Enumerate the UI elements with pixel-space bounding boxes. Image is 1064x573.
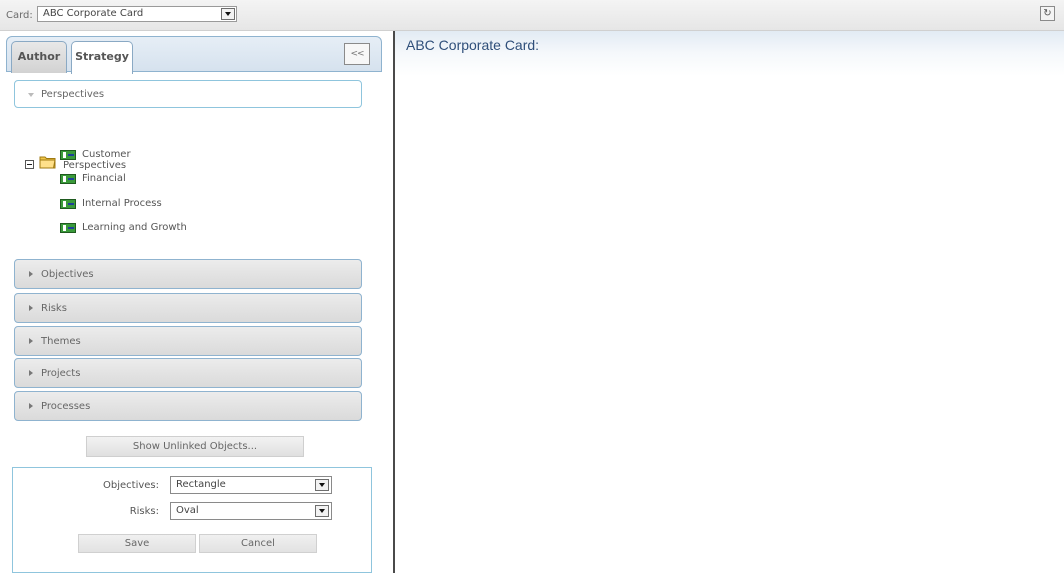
perspective-node-icon: [60, 150, 76, 160]
show-unlinked-objects-button[interactable]: Show Unlinked Objects...: [86, 436, 304, 457]
top-toolbar: Card: ABC Corporate Card ↻: [0, 0, 1064, 31]
accordion-label: Risks: [41, 303, 67, 314]
triangle-right-icon: [29, 403, 33, 409]
folder-open-icon: [39, 156, 56, 169]
accordion-label: Objectives: [41, 269, 94, 280]
risks-shape-value: Oval: [176, 505, 199, 516]
perspective-node-icon: [60, 199, 76, 209]
accordion-risks[interactable]: Risks: [14, 293, 362, 323]
accordion-themes[interactable]: Themes: [14, 326, 362, 356]
objectives-shape-value: Rectangle: [176, 479, 226, 490]
tab-strategy[interactable]: Strategy: [71, 41, 133, 74]
strategy-map-canvas[interactable]: ABC Corporate Card:: [395, 31, 1064, 573]
tree-root-label[interactable]: Perspectives: [63, 160, 126, 171]
tab-author[interactable]: Author: [11, 41, 67, 73]
objectives-shape-label: Objectives:: [103, 480, 159, 491]
shape-settings-box: Objectives: Rectangle Risks: Oval Save C…: [12, 467, 372, 573]
triangle-right-icon: [29, 271, 33, 277]
tree-item-label: Learning and Growth: [82, 222, 187, 233]
tree-collapse-icon[interactable]: [25, 160, 34, 169]
risks-shape-label: Risks:: [129, 506, 159, 517]
accordion-label: Themes: [41, 336, 81, 347]
triangle-right-icon: [29, 305, 33, 311]
perspective-node-icon: [60, 174, 76, 184]
tab-strip: Author Strategy <<: [6, 36, 382, 74]
accordion-processes[interactable]: Processes: [14, 391, 362, 421]
risks-shape-select[interactable]: Oval: [170, 502, 332, 520]
save-button[interactable]: Save: [78, 534, 196, 553]
refresh-icon[interactable]: ↻: [1040, 6, 1055, 21]
tree-item-label: Financial: [82, 173, 126, 184]
tree-item-label: Customer: [82, 149, 131, 160]
accordion-label: Projects: [41, 368, 81, 379]
chevron-down-icon[interactable]: [221, 8, 235, 20]
card-select[interactable]: ABC Corporate Card: [37, 6, 237, 22]
card-label: Card:: [6, 10, 33, 21]
accordion-objectives[interactable]: Objectives: [14, 259, 362, 289]
triangle-right-icon: [29, 338, 33, 344]
accordion-perspectives-label: Perspectives: [41, 89, 105, 100]
chevron-down-icon[interactable]: [315, 479, 329, 491]
triangle-down-icon: [28, 93, 34, 97]
accordion-perspectives-header[interactable]: Perspectives: [14, 80, 362, 108]
tree-item-label: Internal Process: [82, 198, 162, 209]
card-select-value: ABC Corporate Card: [43, 8, 144, 19]
map-title: ABC Corporate Card:: [406, 37, 540, 53]
perspective-node-icon: [60, 223, 76, 233]
triangle-right-icon: [29, 370, 33, 376]
chevron-down-icon[interactable]: [315, 505, 329, 517]
cancel-button[interactable]: Cancel: [199, 534, 317, 553]
accordion-projects[interactable]: Projects: [14, 358, 362, 388]
strategy-panel: Author Strategy << Perspectives Perspect…: [6, 36, 384, 573]
collapse-panel-button[interactable]: <<: [344, 43, 370, 65]
objectives-shape-select[interactable]: Rectangle: [170, 476, 332, 494]
accordion-label: Processes: [41, 401, 91, 412]
